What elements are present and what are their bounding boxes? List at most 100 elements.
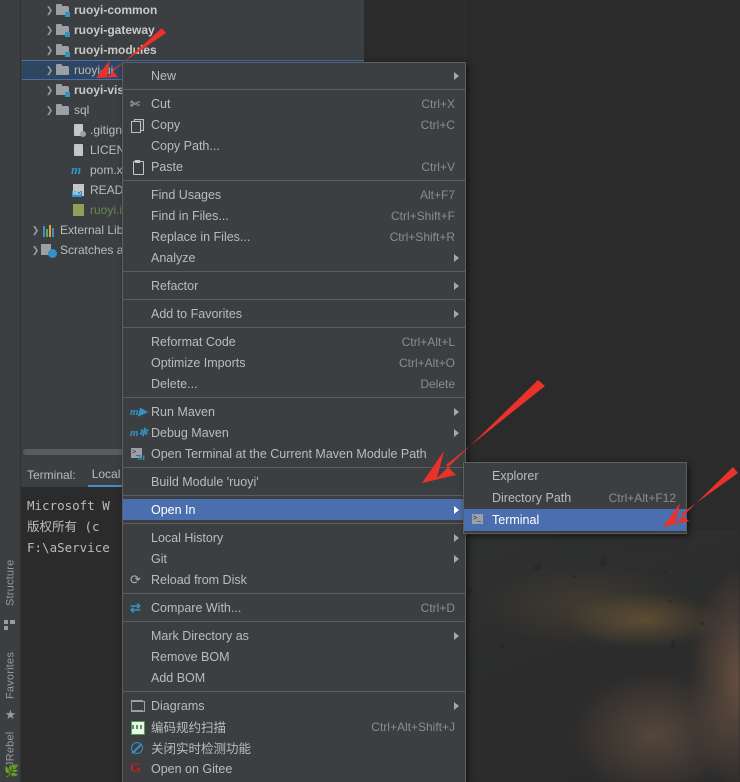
menu-item-label: Delete... — [151, 376, 198, 391]
jrebel-icon: 🌿 — [4, 764, 19, 778]
menu-item-git[interactable]: Git — [123, 548, 465, 569]
chevron-right-icon[interactable]: ❯ — [44, 25, 55, 36]
chevron-right-icon[interactable]: ❯ — [30, 245, 41, 256]
menu-item-label: Debug Maven — [151, 425, 229, 440]
wallpaper-speck — [663, 570, 667, 573]
module-folder-icon — [55, 23, 70, 37]
menu-item-copy-path-[interactable]: Copy Path... — [123, 135, 465, 156]
terminal-tab-local[interactable]: Local — [87, 464, 125, 487]
menu-item-build-module-ruoyi-[interactable]: Build Module 'ruoyi' — [123, 471, 465, 492]
menu-item-analyze[interactable]: Analyze — [123, 247, 465, 268]
code-scan-icon — [127, 719, 149, 735]
menu-item-find-usages[interactable]: Find Usages Alt+F7 — [123, 184, 465, 205]
compare-icon: ⇄ — [130, 599, 141, 615]
menu-item-label: Copy Path... — [151, 138, 220, 153]
menu-item-shortcut: Ctrl+Alt+L — [401, 334, 455, 349]
menu-item-cut[interactable]: ✄ Cut Ctrl+X — [123, 93, 465, 114]
menu-item-label: Git — [151, 551, 167, 566]
menu-item-find-in-files-[interactable]: Find in Files... Ctrl+Shift+F — [123, 205, 465, 226]
terminal-icon: >_ — [468, 512, 490, 528]
tree-item-ruoyi-common[interactable]: ❯ ruoyi-common — [22, 0, 364, 20]
tree-item-ruoyi-modules[interactable]: ❯ ruoyi-modules — [22, 40, 364, 60]
menu-item-label: Find Usages — [151, 187, 222, 202]
editor-background — [465, 0, 740, 530]
tree-item-label: sql — [74, 103, 90, 117]
menu-item-label: Diagrams — [151, 698, 205, 713]
menu-item-reload-from-disk[interactable]: ⟳ Reload from Disk — [123, 569, 465, 590]
menu-item-编码规约扫描[interactable]: 编码规约扫描 Ctrl+Alt+Shift+J — [123, 716, 465, 737]
tree-item-ruoyi-gateway[interactable]: ❯ ruoyi-gateway — [22, 20, 364, 40]
menu-item-open-in[interactable]: Open In — [123, 499, 465, 520]
maven-terminal-icon: >_ m — [131, 447, 145, 462]
submenu-arrow-icon — [454, 701, 459, 710]
menu-item-debug-maven[interactable]: m✻ Debug Maven — [123, 422, 465, 443]
chevron-right-icon[interactable]: ❯ — [30, 225, 41, 236]
menu-item-optimize-imports[interactable]: Optimize Imports Ctrl+Alt+O — [123, 352, 465, 373]
menu-item-compare-with-[interactable]: ⇄ Compare With... Ctrl+D — [123, 597, 465, 618]
menu-item-new[interactable]: New — [123, 65, 465, 86]
menu-item-run-maven[interactable]: m▶ Run Maven — [123, 401, 465, 422]
menu-item-delete-[interactable]: Delete... Delete — [123, 373, 465, 394]
menu-item-label: Directory Path — [492, 491, 572, 505]
scratches-icon — [41, 243, 57, 258]
wallpaper-speck — [700, 622, 704, 625]
menu-item-shortcut: Ctrl+X — [421, 96, 455, 111]
menu-item-关闭实时检测功能[interactable]: 关闭实时检测功能 — [123, 737, 465, 758]
menu-item-refactor[interactable]: Refactor — [123, 275, 465, 296]
menu-item-open-terminal-at-the-current-maven-module-path[interactable]: >_ m Open Terminal at the Current Maven Mo… — [123, 443, 465, 464]
menu-item-directory-path[interactable]: Directory Path Ctrl+Alt+F12 — [464, 487, 686, 509]
menu-item-label: Explorer — [492, 469, 539, 483]
structure-icon — [4, 618, 17, 631]
menu-separator — [123, 495, 465, 496]
gitignore-file-icon — [71, 123, 86, 137]
tool-button-favorites[interactable]: Favorites — [0, 645, 21, 705]
open-in-submenu[interactable]: Explorer Directory Path Ctrl+Alt+F12 >_ Term… — [463, 462, 687, 534]
module-folder-icon — [55, 83, 70, 97]
menu-item-shortcut: Ctrl+Alt+Shift+J — [371, 719, 455, 734]
chevron-right-icon[interactable]: ❯ — [44, 105, 55, 116]
chevron-right-icon[interactable]: ❯ — [44, 5, 55, 16]
menu-item-open-on-gitee[interactable]: G Open on Gitee — [123, 758, 465, 779]
menu-item-remove-bom[interactable]: Remove BOM — [123, 646, 465, 667]
project-context-menu[interactable]: New ✄ Cut Ctrl+X Copy Ctrl+C Copy Path... Paste… — [122, 62, 466, 782]
reload-icon: ⟳ — [130, 571, 141, 587]
text-file-icon — [71, 143, 86, 157]
menu-item-shortcut: Ctrl+D — [420, 600, 455, 615]
menu-item-label: Run Maven — [151, 404, 215, 419]
submenu-arrow-icon — [454, 505, 459, 514]
menu-item-add-to-favorites[interactable]: Add to Favorites — [123, 303, 465, 324]
chevron-right-icon[interactable]: ❯ — [44, 85, 55, 96]
tree-item-label: ruoyi-common — [74, 3, 158, 17]
paste-icon — [127, 159, 149, 175]
menu-item-label: Add BOM — [151, 670, 206, 685]
menu-item-replace-in-files-[interactable]: Replace in Files... Ctrl+Shift+R — [123, 226, 465, 247]
menu-item-label: Mark Directory as — [151, 628, 249, 643]
menu-item-local-history[interactable]: Local History — [123, 527, 465, 548]
tool-button-structure[interactable]: Structure — [0, 553, 21, 613]
submenu-arrow-icon — [454, 71, 459, 80]
menu-item-label: Replace in Files... — [151, 229, 251, 244]
tree-item-label: ruoyi-modules — [74, 43, 157, 57]
menu-item-label: Local History — [151, 530, 224, 545]
submenu-arrow-icon — [454, 428, 459, 437]
gitee-icon: G — [130, 760, 141, 776]
menu-item-paste[interactable]: Paste Ctrl+V — [123, 156, 465, 177]
menu-item-explorer[interactable]: Explorer — [464, 465, 686, 487]
menu-item-label: Reload from Disk — [151, 572, 247, 587]
menu-separator — [123, 523, 465, 524]
chevron-right-icon[interactable]: ❯ — [44, 65, 55, 76]
wallpaper-speck — [572, 575, 576, 578]
menu-item-label: Reformat Code — [151, 334, 236, 349]
menu-item-label: Remove BOM — [151, 649, 230, 664]
menu-separator — [123, 180, 465, 181]
menu-item-shortcut: Ctrl+Shift+F — [390, 208, 455, 223]
menu-item-add-bom[interactable]: Add BOM — [123, 667, 465, 688]
menu-item-label: Optimize Imports — [151, 355, 246, 370]
maven-pom-icon: m — [71, 162, 82, 177]
menu-item-diagrams[interactable]: Diagrams — [123, 695, 465, 716]
menu-item-terminal[interactable]: >_ Terminal — [464, 509, 686, 531]
menu-item-mark-directory-as[interactable]: Mark Directory as — [123, 625, 465, 646]
chevron-right-icon[interactable]: ❯ — [44, 45, 55, 56]
menu-item-copy[interactable]: Copy Ctrl+C — [123, 114, 465, 135]
menu-item-reformat-code[interactable]: Reformat Code Ctrl+Alt+L — [123, 331, 465, 352]
